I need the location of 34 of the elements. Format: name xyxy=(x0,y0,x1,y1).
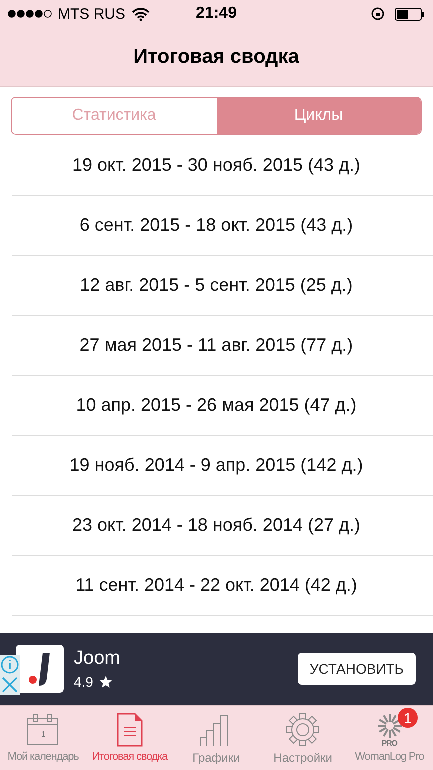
rotation-lock-icon xyxy=(371,7,385,21)
tab-bar-item[interactable]: 1 Мой календарь xyxy=(0,706,87,770)
signal-icon xyxy=(8,10,54,18)
calendar-day: 1 xyxy=(41,730,46,739)
cycle-period: 10 апр. 2015 - 26 мая 2015 (47 д.) xyxy=(76,395,357,416)
settings-icon xyxy=(286,713,320,747)
info-icon[interactable] xyxy=(0,655,20,675)
pro-label: PRO xyxy=(382,739,398,748)
cycle-period: 12 авг. 2015 - 5 сент. 2015 (25 д.) xyxy=(80,275,353,296)
carrier-name: MTS RUS xyxy=(58,6,126,22)
clock-time: 21:49 xyxy=(196,5,237,23)
app-logo xyxy=(16,645,64,693)
screen-title: Итоговая сводка xyxy=(132,44,300,70)
tab-bar-item[interactable]: PRO 1 WomanLog Pro xyxy=(346,706,433,770)
cycle-period: 27 мая 2015 - 11 авг. 2015 (77 д.) xyxy=(80,335,354,356)
document-icon xyxy=(116,713,144,747)
app-name: Joom xyxy=(74,648,122,670)
segment-tab[interactable]: Циклы xyxy=(216,98,421,134)
battery-icon xyxy=(395,8,425,20)
cycle-period: 6 сент. 2015 - 18 окт. 2015 (43 д.) xyxy=(80,215,354,236)
cycle-period: 11 сент. 2014 - 22 окт. 2014 (42 д.) xyxy=(76,575,358,596)
calendar-icon xyxy=(26,713,60,747)
wifi-icon xyxy=(132,8,150,20)
install-button[interactable]: УСТАНОВИТЬ xyxy=(298,653,416,685)
app-rating: 4.9 xyxy=(74,674,94,690)
star-icon xyxy=(99,675,114,689)
cycle-period: 19 нояб. 2014 - 9 апр. 2015 (142 д.) xyxy=(70,455,364,476)
tab-bar-item[interactable]: Настройки xyxy=(260,706,346,770)
cycle-period: 19 окт. 2015 - 30 нояб. 2015 (43 д.) xyxy=(72,155,360,176)
tab-bar-item[interactable]: Итоговая сводка xyxy=(86,706,174,770)
tab-bar-item[interactable]: Графики xyxy=(173,706,260,770)
notification-badge: 1 xyxy=(398,708,418,728)
close-icon[interactable] xyxy=(0,675,20,695)
cycle-period: 23 окт. 2014 - 18 нояб. 2014 (27 д.) xyxy=(72,515,360,536)
